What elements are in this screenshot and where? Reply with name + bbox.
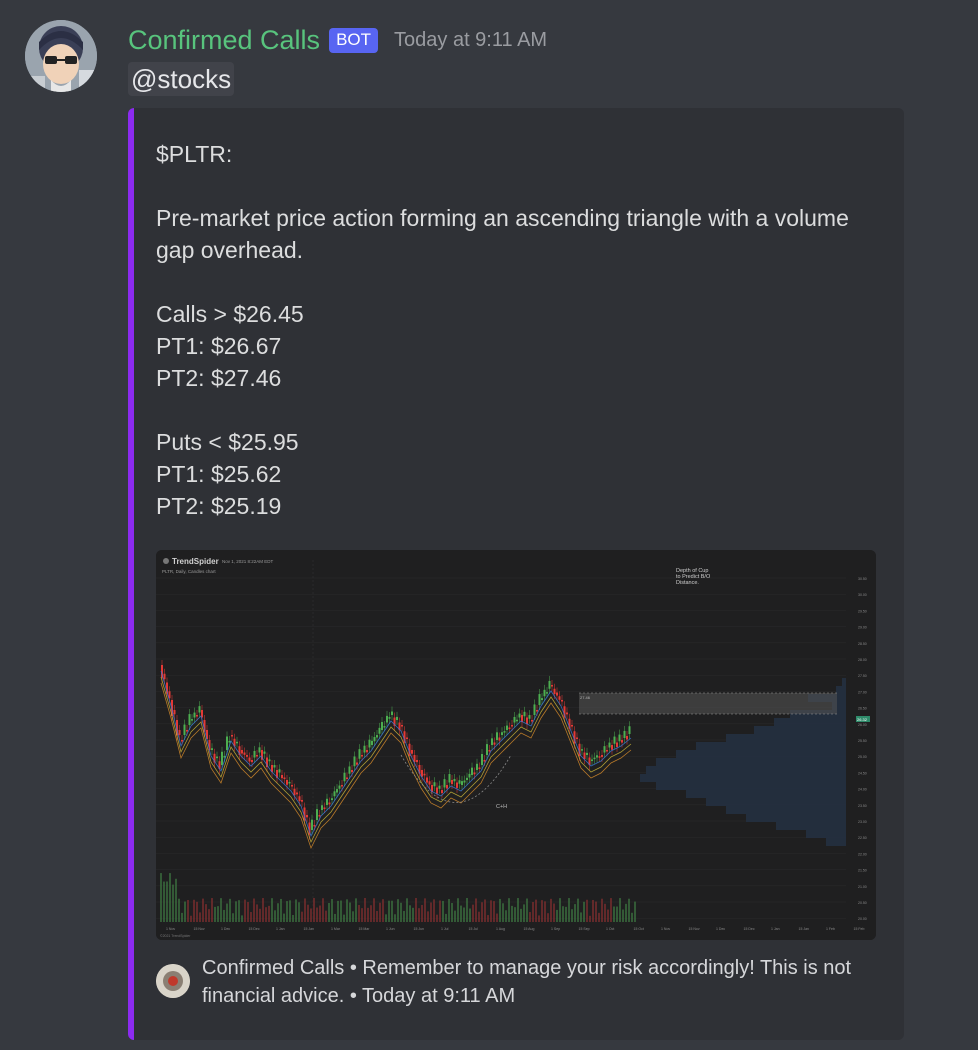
date-axis-label: 15 Dec: [249, 927, 260, 931]
price-axis-label: 30.00: [858, 593, 867, 597]
volume-gap-zone: [579, 693, 837, 714]
date-axis-label: 1 Jan: [771, 927, 780, 931]
bot-badge: BOT: [329, 27, 379, 53]
date-axis-label: 15 Feb: [854, 927, 865, 931]
price-axis-label: 24.00: [858, 788, 867, 792]
svg-text:26.32: 26.32: [857, 717, 868, 722]
message-timestamp[interactable]: Today at 9:11 AM: [394, 29, 547, 52]
trendspider-logo-icon: [163, 558, 169, 564]
date-axis-label: 1 Jan: [276, 927, 285, 931]
date-axis-label: 15 Jan: [799, 927, 810, 931]
price-axis-label: 27.00: [858, 690, 867, 694]
price-axis-label: 25.00: [858, 755, 867, 759]
date-axis-label: 1 Dec: [716, 927, 725, 931]
date-axis-label: 1 Dec: [221, 927, 230, 931]
avatar-icon: [25, 20, 97, 92]
chart-brand: TrendSpider: [172, 557, 219, 566]
date-axis-label: 15 Mar: [359, 927, 371, 931]
price-axis-label: 30.50: [858, 577, 867, 581]
date-axis-label: 15 Jan: [304, 927, 315, 931]
price-axis-label: 23.50: [858, 804, 867, 808]
price-axis-label: 29.50: [858, 609, 867, 613]
price-axis-label: 23.00: [858, 820, 867, 824]
price-axis-label: 28.50: [858, 642, 867, 646]
footer-text: Confirmed Calls • Remember to manage you…: [202, 957, 852, 1007]
chart-copyright: ©2021 TrendSpider: [160, 934, 191, 938]
date-axis-label: 1 Feb: [826, 927, 835, 931]
price-axis-label: 24.50: [858, 771, 867, 775]
date-axis-label: 15 Nov: [194, 927, 205, 931]
price-axis-label: 25.50: [858, 739, 867, 743]
chat-message: Confirmed Calls BOT Today at 9:11 AM @st…: [0, 0, 978, 1050]
price-axis-label: 29.00: [858, 626, 867, 630]
date-axis-label: 15 Jun: [414, 927, 425, 931]
date-axis-label: 15 Jul: [469, 927, 479, 931]
role-mention[interactable]: @stocks: [128, 62, 235, 96]
embed-chart-image[interactable]: TrendSpider Nov 1, 2021 8:22AM EDT PLTR,…: [156, 550, 876, 940]
price-axis-label: 26.50: [858, 707, 867, 711]
embed-footer: Confirmed Calls • Remember to manage you…: [156, 954, 886, 1024]
date-axis-label: 15 Sep: [579, 927, 590, 931]
date-axis-label: 1 Nov: [661, 927, 670, 931]
price-axis-label: 20.50: [858, 901, 867, 905]
price-axis-label: 21.00: [858, 885, 867, 889]
date-axis-label: 1 Nov: [166, 927, 175, 931]
chart-subtitle: PLTR, Daily, Candles chart: [162, 569, 216, 574]
trend-chart-image: TrendSpider Nov 1, 2021 8:22AM EDT PLTR,…: [156, 550, 876, 940]
date-axis-label: 1 Sep: [551, 927, 560, 931]
pattern-label: C+H: [496, 804, 507, 810]
footer-logo-icon: [156, 964, 190, 998]
chart-date: Nov 1, 2021 8:22AM EDT: [222, 559, 274, 564]
date-axis-label: 1 Mar: [331, 927, 341, 931]
date-axis-label: 1 Jun: [386, 927, 395, 931]
date-axis-label: 15 Oct: [634, 927, 644, 931]
date-axis-label: 15 Dec: [744, 927, 755, 931]
author-name[interactable]: Confirmed Calls: [128, 25, 320, 56]
message-header: Confirmed Calls BOT Today at 9:11 AM: [128, 22, 547, 58]
price-axis-label: 28.00: [858, 658, 867, 662]
date-axis-label: 15 Nov: [689, 927, 700, 931]
author-avatar[interactable]: [25, 20, 97, 92]
price-axis-label: 22.50: [858, 836, 867, 840]
price-axis-label: 26.00: [858, 723, 867, 727]
date-axis-label: 1 Aug: [496, 927, 505, 931]
embed-accent-bar: [128, 108, 134, 1040]
price-axis-label: 22.00: [858, 852, 867, 856]
date-axis-label: 15 Aug: [524, 927, 535, 931]
svg-text:27.46: 27.46: [580, 695, 591, 700]
date-axis-label: 1 Jul: [441, 927, 449, 931]
message-embed: $PLTR: Pre-market price action forming a…: [128, 108, 904, 1040]
date-axis-label: 1 Oct: [606, 927, 614, 931]
embed-description: $PLTR: Pre-market price action forming a…: [156, 141, 849, 519]
price-axis-label: 27.50: [858, 674, 867, 678]
price-axis-label: 21.50: [858, 869, 867, 873]
price-axis-label: 20.00: [858, 917, 867, 921]
